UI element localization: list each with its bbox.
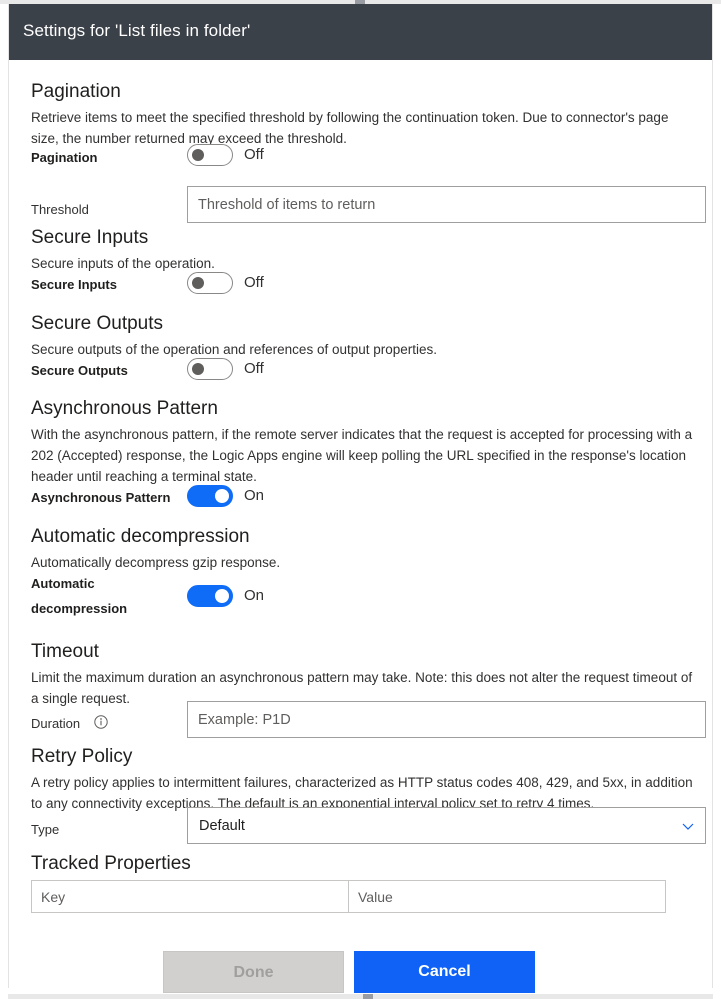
toggle-knob	[192, 149, 204, 161]
secure-outputs-toggle-state: Off	[244, 360, 264, 377]
tracked-properties-key-input[interactable]	[31, 880, 349, 913]
canvas-bottom-edge	[8, 994, 713, 999]
automatic-decompression-toggle-label-line2: decompression	[31, 601, 128, 616]
async-pattern-toggle-state: On	[244, 487, 265, 504]
secure-inputs-toggle-state: Off	[244, 274, 264, 291]
secure-inputs-toggle[interactable]	[187, 272, 233, 294]
panel-header: Settings for 'List files in folder'	[9, 4, 712, 60]
settings-panel: Settings for 'List files in folder' Pagi…	[8, 4, 713, 993]
pagination-toggle[interactable]	[187, 144, 233, 166]
async-pattern-toggle-label: Asynchronous Pattern	[31, 490, 171, 505]
section-title-async-pattern: Asynchronous Pattern	[31, 398, 218, 419]
automatic-decompression-toggle-state: On	[244, 587, 265, 604]
panel-body: Pagination Retrieve items to meet the sp…	[9, 60, 712, 993]
toggle-knob	[215, 589, 229, 603]
secure-outputs-toggle[interactable]	[187, 358, 233, 380]
section-title-pagination: Pagination	[31, 81, 121, 102]
section-description-secure-outputs: Secure outputs of the operation and refe…	[31, 342, 438, 357]
duration-input[interactable]	[187, 701, 706, 738]
retry-type-label: Type	[31, 822, 60, 837]
retry-type-dropdown[interactable]: Default	[187, 807, 706, 844]
panel-title: Settings for 'List files in folder'	[23, 21, 251, 40]
info-icon[interactable]	[94, 715, 108, 729]
threshold-label: Threshold	[31, 202, 89, 217]
automatic-decompression-toggle-label-line1: Automatic	[31, 576, 95, 591]
cancel-button[interactable]: Cancel	[354, 951, 535, 993]
section-title-timeout: Timeout	[31, 641, 99, 662]
automatic-decompression-toggle[interactable]	[187, 585, 233, 607]
toggle-knob	[192, 277, 204, 289]
toggle-knob	[192, 363, 204, 375]
toggle-knob	[215, 489, 229, 503]
section-description-async-pattern: With the asynchronous pattern, if the re…	[31, 427, 693, 484]
section-title-secure-outputs: Secure Outputs	[31, 313, 164, 334]
pagination-toggle-state: Off	[244, 146, 264, 163]
settings-panel-screen: Settings for 'List files in folder' Pagi…	[0, 0, 721, 999]
section-title-secure-inputs: Secure Inputs	[31, 227, 149, 248]
section-title-tracked-properties: Tracked Properties	[31, 853, 191, 874]
section-description-secure-inputs: Secure inputs of the operation.	[31, 256, 215, 271]
retry-type-dropdown-value: Default	[199, 817, 245, 834]
section-title-retry-policy: Retry Policy	[31, 746, 133, 767]
pagination-toggle-label: Pagination	[31, 150, 98, 165]
chevron-down-icon	[681, 819, 695, 833]
section-title-automatic-decompression: Automatic decompression	[31, 526, 250, 547]
tracked-properties-value-input[interactable]	[348, 880, 666, 913]
canvas-connector-nub-bottom	[363, 994, 373, 999]
section-description-automatic-decompression: Automatically decompress gzip response.	[31, 555, 281, 570]
secure-inputs-toggle-label: Secure Inputs	[31, 277, 117, 292]
async-pattern-toggle[interactable]	[187, 485, 233, 507]
secure-outputs-toggle-label: Secure Outputs	[31, 363, 128, 378]
section-description-pagination: Retrieve items to meet the specified thr…	[31, 110, 669, 146]
threshold-input[interactable]	[187, 186, 706, 223]
done-button[interactable]: Done	[163, 951, 344, 993]
duration-label: Duration	[31, 716, 81, 731]
